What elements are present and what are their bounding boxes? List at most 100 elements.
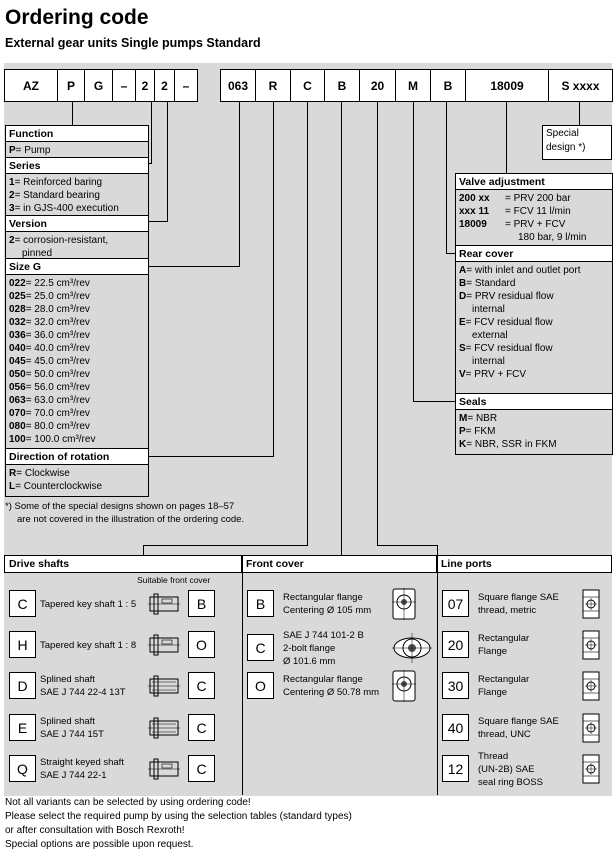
code-segment: M [395,69,431,102]
description-line: Flange [478,646,508,657]
list-item: internal [456,355,612,368]
item-value: = NBR [467,413,498,424]
connector-line [148,456,274,457]
drive-description: Tapered key shaft 1 : 8 [40,639,136,652]
suitable-front-cover-C[interactable]: C [188,672,215,699]
description-line: Splined shaft [40,674,95,685]
drive-code-H[interactable]: H [9,631,36,658]
keyed-shaft-icon [148,758,180,780]
ports-code-30[interactable]: 30 [442,672,469,699]
item-value: = PRV + FCV [465,369,527,380]
drive-description: Tapered key shaft 1 : 5 [40,598,136,611]
connector-line [273,102,274,457]
description-line: seal ring BOSS [478,776,543,788]
description-line: Rectangular [478,633,530,644]
item-value: = NBR, SSR in FKM [466,439,557,450]
description-line: (UN-2B) SAE [478,763,535,775]
rear-cover-box-items: A= with inlet and outlet port B= Standard… [456,262,612,384]
item-code: 028 [9,304,26,315]
item-code: 070 [9,408,26,419]
version-box-header: Version [6,216,148,232]
description-line: Straight keyed shaft [40,757,124,768]
item-value: = Clockwise [16,468,70,479]
description-line: Rectangular flange [283,592,363,603]
item-value: = 28.0 cm³/rev [25,304,90,315]
drive-description: Splined shaft SAE J 744 15T [40,715,104,741]
size-box-header: Size G [6,259,148,275]
ports-code-40[interactable]: 40 [442,714,469,741]
connector-line [148,266,240,267]
description-line: Tapered key shaft 1 : 5 [40,598,137,610]
section-divider [242,555,243,795]
tapered-shaft-icon [148,634,180,656]
list-item: K= NBR, SSR in FKM [456,438,612,451]
square-flange-port-icon [582,589,600,619]
splined-shaft-icon [148,675,180,697]
code-segment: P [57,69,85,102]
front-code-B[interactable]: B [247,590,274,617]
item-value: internal [472,304,505,315]
connector-line [151,102,152,164]
list-item: V= PRV + FCV [456,368,612,381]
item-value: = in GJS-400 execution [14,203,119,214]
list-item: D= PRV residual flow [456,290,612,303]
connector-line [437,545,438,555]
list-item: internal [456,303,612,316]
rotation-box: Direction of rotation R= Clockwise L= Coun… [5,448,149,497]
drive-code-D[interactable]: D [9,672,36,699]
drive-code-Q[interactable]: Q [9,755,36,782]
front-code-C[interactable]: C [247,634,274,661]
item-value: = Pump [15,145,51,156]
list-item: 1= Reinforced baring [6,176,148,189]
suitable-front-cover-B[interactable]: B [188,590,215,617]
item-value: = FKM [465,426,496,437]
description-line: Centering Ø 105 mm [283,605,372,616]
item-code: E [459,317,466,328]
item-code: 036 [9,330,26,341]
rotation-box-items: R= Clockwise L= Counterclockwise [6,465,148,496]
list-item: B= Standard [456,277,612,290]
item-value: = 32.0 cm³/rev [25,317,90,328]
code-segment: B [430,69,466,102]
list-item: 056= 56.0 cm³/rev [6,381,148,394]
suitable-front-cover-C[interactable]: C [188,714,215,741]
list-item: 18009 = PRV + FCV [456,218,612,231]
valve-adjustment-box: Valve adjustment 200 xx = PRV 200 bar xxx 1… [455,173,613,246]
front-code-O[interactable]: O [247,672,274,699]
suitable-front-cover-O[interactable]: O [188,631,215,658]
item-value: = Standard [466,278,516,289]
list-item: S= FCV residual flow [456,342,612,355]
item-value: external [472,330,508,341]
item-value: = with inlet and outlet port [466,265,581,276]
special-line: Special [546,128,579,139]
drive-code-E[interactable]: E [9,714,36,741]
line-ports-header: Line ports [436,555,612,573]
function-box-header: Function [6,126,148,142]
code-segment: 063 [220,69,256,102]
code-segment: S xxxx [548,69,613,102]
connector-line [506,102,507,173]
item-value: = PRV + FCV [505,219,566,230]
ports-code-20[interactable]: 20 [442,631,469,658]
drive-code-C[interactable]: C [9,590,36,617]
ports-code-12[interactable]: 12 [442,755,469,782]
item-code: V [459,369,466,380]
list-item: P= FKM [456,425,612,438]
item-value: = PRV 200 bar [505,193,571,204]
item-code: 200 xx [459,193,490,204]
item-value: = 80.0 cm³/rev [25,421,90,432]
list-item: 028= 28.0 cm³/rev [6,303,148,316]
list-item: R= Clockwise [6,467,148,480]
ports-code-07[interactable]: 07 [442,590,469,617]
list-item: E= FCV residual flow [456,316,612,329]
item-value: = 63.0 cm³/rev [25,395,90,406]
description-line: Ø 101.6 mm [283,655,336,667]
suitable-front-cover-C[interactable]: C [188,755,215,782]
connector-line [148,221,168,222]
list-item: 070= 70.0 cm³/rev [6,407,148,420]
item-value: = 22.5 cm³/rev [25,278,90,289]
item-value: = FCV 11 l/min [505,206,571,217]
ports-description: Rectangular Flange [478,673,529,699]
front-description: SAE J 744 101-2 B 2-bolt flange Ø 101.6 mm [283,629,364,668]
item-code: 050 [9,369,26,380]
